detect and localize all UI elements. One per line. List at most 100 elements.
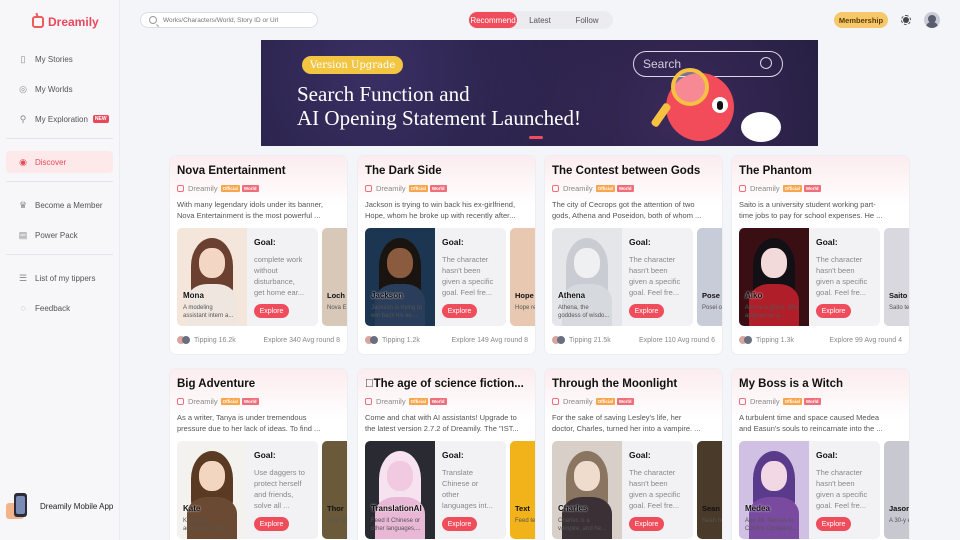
search-input[interactable] — [163, 16, 313, 24]
sidebar-item-discover[interactable]: ◉ Discover — [6, 151, 113, 173]
sidebar-item-feedback[interactable]: ◌ Feedback — [6, 297, 113, 319]
next-character-card[interactable]: Saito Saito tends — [884, 228, 909, 326]
sidebar-item-label: My Exploration — [35, 114, 88, 124]
next-character-card[interactable]: Loch Nova Enter — [322, 228, 347, 326]
world-tag: World — [803, 185, 821, 192]
goal-line: goal. Feel fre... — [442, 288, 493, 297]
story-card[interactable]: The Dark Side Dreamily Official World Ja… — [358, 156, 535, 354]
card-author[interactable]: Dreamily Official World — [365, 397, 447, 406]
card-author[interactable]: Dreamily Official World — [739, 397, 821, 406]
card-author[interactable]: Dreamily Official World — [552, 397, 634, 406]
card-description: A turbulent time and space caused Medea … — [739, 413, 901, 434]
card-author[interactable]: Dreamily Official World — [365, 184, 447, 193]
story-card[interactable]: Through the Moonlight Dreamily Official … — [545, 369, 722, 540]
explore-stats: Explore 340 Avg round 8 — [263, 336, 340, 344]
avatar[interactable] — [924, 12, 940, 28]
search-bar[interactable] — [140, 12, 318, 28]
card-author[interactable]: Dreamily Official World — [177, 184, 259, 193]
character-card[interactable]: Charles Charles is a vampire, and he... … — [552, 441, 693, 539]
explore-button[interactable]: Explore — [254, 517, 289, 531]
explore-button[interactable]: Explore — [816, 304, 851, 318]
sidebar-item-my-worlds[interactable]: ◎ My Worlds — [6, 78, 113, 100]
character-card[interactable]: Mona A modeling assistant intern a... Go… — [177, 228, 318, 326]
character-description-line: Charles is a — [558, 518, 590, 524]
explore-button[interactable]: Explore — [816, 517, 851, 531]
author-icon — [739, 398, 746, 405]
sidebar-divider — [6, 181, 113, 182]
membership-button[interactable]: Membership — [834, 12, 888, 28]
official-tag: Official — [220, 185, 240, 192]
goal-line: hasn't been — [816, 479, 855, 488]
sidebar-item-power-pack[interactable]: ▤ Power Pack — [6, 224, 113, 246]
character-description-line: Athena, the — [558, 305, 589, 311]
tipper-avatars-icon — [739, 336, 753, 344]
character-description-line: appears as a... — [745, 313, 785, 319]
official-tag: Official — [595, 185, 615, 192]
world-tag: World — [429, 398, 447, 405]
logo[interactable]: Dreamily — [32, 15, 99, 29]
story-card[interactable]:  The age of science fiction... Dreamily … — [358, 369, 535, 540]
sidebar-item-label: Feedback — [35, 303, 71, 313]
world-tag: World — [429, 185, 447, 192]
sidebar-item-my-stories[interactable]: ▯ My Stories — [6, 48, 113, 70]
next-character-card[interactable]: Hope Hope readi — [510, 228, 535, 326]
sidebar-item-become-member[interactable]: ♛ Become a Member — [6, 194, 113, 216]
theme-toggle-icon[interactable] — [901, 15, 911, 25]
goal-line: without — [254, 266, 278, 275]
next-character-card[interactable]: Sean Sean hunte — [697, 441, 722, 539]
author-name: Dreamily — [750, 397, 780, 406]
story-card[interactable]: Big Adventure Dreamily Official World As… — [170, 369, 347, 540]
goal-line: The character — [629, 468, 676, 477]
next-character-card[interactable]: Thor Thor who c — [322, 441, 347, 539]
character-card[interactable]: Athena Athena, the goddess of wisdo... G… — [552, 228, 693, 326]
promo-banner[interactable]: Version Upgrade Search Function and AI O… — [261, 40, 818, 146]
tab-latest[interactable]: Latest — [517, 12, 563, 28]
next-character-card[interactable]: Pose Posei of the — [697, 228, 722, 326]
sidebar-item-tippers[interactable]: ☰ List of my tippers — [6, 267, 113, 289]
sidebar-item-my-exploration[interactable]: ⚲ My Exploration NEW — [6, 108, 113, 130]
goal-line: solve all ... — [254, 501, 290, 510]
description-line: Nova Entertainment is the most powerful … — [177, 210, 321, 220]
character-name: Medea — [745, 504, 770, 513]
character-description: Charles is a vampire, and he... — [558, 517, 618, 533]
character-card[interactable]: Aiko Aiko is a ghost. She appears as a..… — [739, 228, 880, 326]
author-name: Dreamily — [376, 184, 406, 193]
story-card[interactable]: Nova Entertainment Dreamily Official Wor… — [170, 156, 347, 354]
character-card[interactable]: Jackson Jackson is trying to win back hi… — [365, 228, 506, 326]
character-card[interactable]: Kate Kate is an adventurer. She i... Goa… — [177, 441, 318, 539]
explore-button[interactable]: Explore — [629, 517, 664, 531]
goal-line: complete work — [254, 255, 303, 264]
story-card[interactable]: My Boss is a Witch Dreamily Official Wor… — [732, 369, 909, 540]
tab-recommend[interactable]: Recommend — [469, 12, 517, 28]
next-character-card[interactable]: Text Feed textu — [510, 441, 535, 539]
story-card[interactable]: The Contest between Gods Dreamily Offici… — [545, 156, 722, 354]
next-character-description: Saito tends — [889, 305, 909, 311]
goal-label: Goal: — [254, 450, 276, 460]
card-footer: Tipping 1.3k Explore 99 Avg round 4 — [739, 336, 902, 344]
goal-line: and friends, — [254, 490, 294, 499]
card-author[interactable]: Dreamily Official World — [177, 397, 259, 406]
carousel-indicator[interactable] — [529, 136, 543, 139]
goal-label: Goal: — [442, 237, 464, 247]
mobile-app-link[interactable]: Dreamily Mobile App — [6, 490, 114, 522]
card-author[interactable]: Dreamily Official World — [739, 184, 821, 193]
next-character-card[interactable]: Jason A 30-y emplo — [884, 441, 909, 539]
next-character-description: Nova Enter — [327, 305, 347, 311]
character-description-line: Colchis Company,... — [745, 526, 799, 532]
description-line: gods, Athena and Poseidon, both of whom … — [552, 210, 702, 220]
character-card[interactable]: TranslationAI Feed it Chinese or other l… — [365, 441, 506, 539]
sidebar-item-label: Discover — [35, 157, 67, 167]
card-author[interactable]: Dreamily Official World — [552, 184, 634, 193]
card-header-background — [732, 156, 909, 206]
card-header-background — [545, 156, 722, 206]
explore-button[interactable]: Explore — [442, 304, 477, 318]
explore-button[interactable]: Explore — [442, 517, 477, 531]
tab-follow[interactable]: Follow — [563, 12, 611, 28]
explore-button[interactable]: Explore — [254, 304, 289, 318]
character-card[interactable]: Medea Age 28, heiress to Colchis Company… — [739, 441, 880, 539]
explore-button[interactable]: Explore — [629, 304, 664, 318]
character-name: Kate — [183, 504, 201, 513]
official-tag: Official — [595, 398, 615, 405]
goal-line: given a specific — [629, 277, 681, 286]
story-card[interactable]: The Phantom Dreamily Official World Sait… — [732, 156, 909, 354]
